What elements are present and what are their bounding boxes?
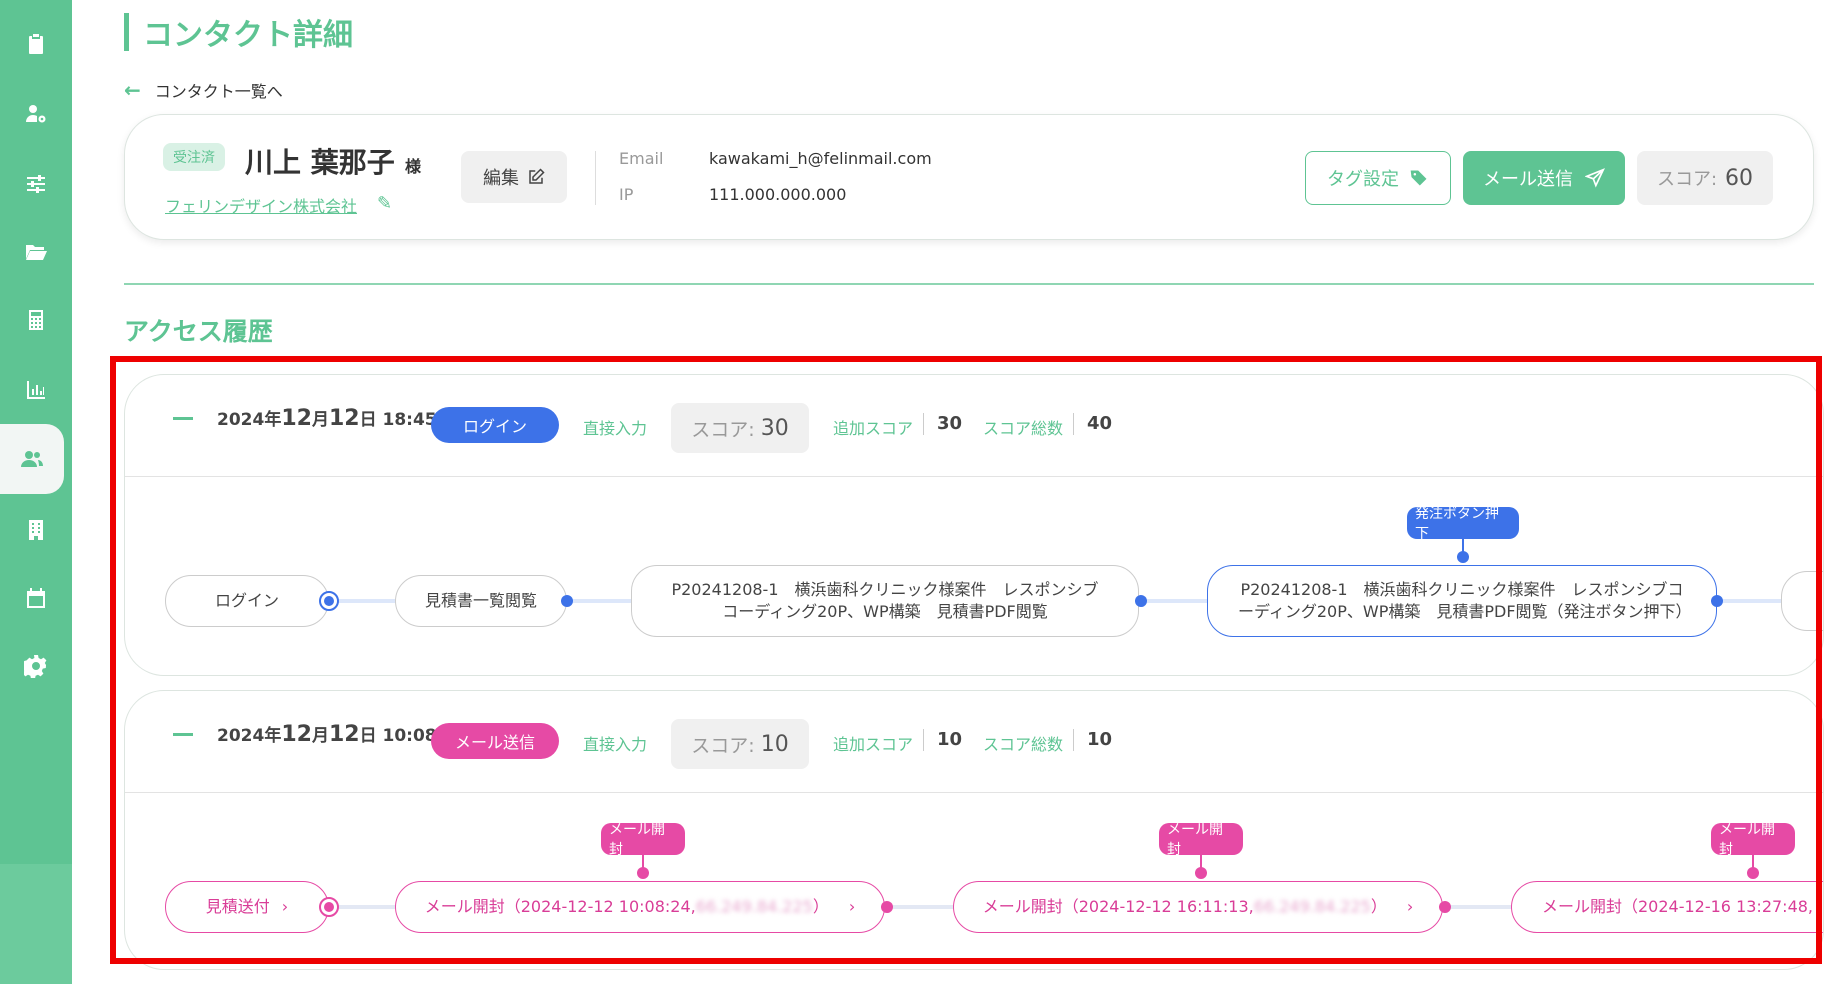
sliders-icon — [27, 175, 45, 193]
sidebar-item-companies[interactable] — [0, 500, 72, 560]
contact-card: 受注済 川上 葉那子 様 フェリンデザイン株式会社 ✎ 編集 Email kaw… — [124, 114, 1814, 240]
section-title: アクセス履歴 — [124, 317, 273, 346]
edit-button-label: 編集 — [483, 168, 519, 189]
sidebar-item-settings[interactable] — [0, 636, 72, 696]
score-value: 60 — [1725, 165, 1754, 191]
divider-vertical — [595, 151, 596, 205]
honorific: 様 — [405, 157, 422, 176]
tag-settings-button[interactable]: タグ設定 — [1305, 151, 1451, 205]
ip-label: IP — [619, 185, 634, 204]
edit-icon — [529, 168, 545, 184]
contact-score: スコア: 60 — [1637, 151, 1773, 205]
sidebar-item-calendar[interactable] — [0, 568, 72, 628]
sidebar-item-contacts[interactable] — [0, 424, 72, 494]
bar-chart-icon — [27, 381, 45, 399]
sidebar-footer — [0, 864, 72, 984]
ip-value: 111.000.000.000 — [709, 185, 847, 204]
user-settings-icon — [26, 105, 46, 123]
sidebar-item-reports[interactable] — [0, 360, 72, 420]
section-divider — [124, 283, 1814, 285]
status-badge: 受注済 — [163, 143, 225, 171]
sidebar-item-filters[interactable] — [0, 154, 72, 214]
email-label: Email — [619, 149, 664, 168]
page-title-text: コンタクト詳細 — [143, 18, 353, 53]
paper-plane-icon — [1585, 168, 1605, 188]
clipboard-icon — [29, 34, 43, 54]
send-mail-label: メール送信 — [1483, 169, 1573, 190]
title-accent-bar — [124, 13, 129, 51]
score-label: スコア: — [1656, 169, 1718, 190]
tags-icon — [1410, 170, 1427, 186]
back-link-label: コンタクト一覧へ — [154, 82, 283, 101]
gear-icon — [24, 655, 47, 678]
users-icon — [21, 451, 43, 467]
building-icon — [29, 520, 43, 540]
sidebar-item-clipboard[interactable] — [0, 14, 72, 74]
calendar-icon — [27, 588, 45, 608]
pencil-icon[interactable]: ✎ — [377, 193, 392, 214]
sidebar-item-calculator[interactable] — [0, 290, 72, 350]
page-title: コンタクト詳細 — [124, 12, 353, 53]
email-value: kawakami_h@felinmail.com — [709, 149, 932, 168]
arrow-left-icon: ← — [124, 78, 141, 102]
sidebar-item-folders[interactable] — [0, 222, 72, 282]
back-to-contacts-link[interactable]: ← コンタクト一覧へ — [124, 78, 283, 102]
calculator-icon — [29, 310, 43, 330]
tag-settings-label: タグ設定 — [1327, 169, 1399, 190]
edit-button[interactable]: 編集 — [461, 151, 567, 203]
contact-name: 川上 葉那子 — [245, 146, 395, 179]
send-mail-button[interactable]: メール送信 — [1463, 151, 1625, 205]
folder-open-icon — [26, 245, 47, 260]
highlight-frame — [110, 356, 1822, 964]
sidebar — [0, 0, 72, 984]
company-link[interactable]: フェリンデザイン株式会社 — [165, 193, 357, 217]
sidebar-item-user-settings[interactable] — [0, 84, 72, 144]
